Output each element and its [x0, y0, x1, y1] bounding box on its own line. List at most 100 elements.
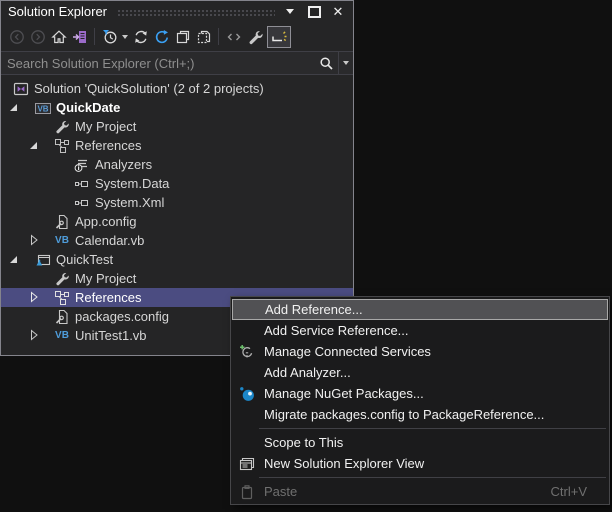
- tree-row-label: QuickTest: [56, 252, 114, 267]
- sync-button[interactable]: [151, 26, 172, 48]
- expanded-arrow-icon[interactable]: [27, 139, 39, 151]
- search-input[interactable]: Search Solution Explorer (Ctrl+;): [1, 56, 314, 71]
- tree-row-label: My Project: [75, 271, 137, 286]
- tree-row-calendar-vb[interactable]: VB Calendar.vb: [1, 231, 353, 250]
- title-bar: Solution Explorer ✕: [1, 1, 353, 22]
- pending-changes-filter-button[interactable]: [99, 26, 120, 48]
- tree-row-solution[interactable]: Solution 'QuickSolution' (2 of 2 project…: [1, 79, 353, 98]
- collapsed-arrow-icon[interactable]: [27, 234, 39, 246]
- menu-item-scope-to-this[interactable]: Scope to This: [231, 432, 609, 453]
- tree-row-app-config[interactable]: App.config: [1, 212, 353, 231]
- home-button[interactable]: [48, 26, 69, 48]
- tree-row-my-project[interactable]: My Project: [1, 117, 353, 136]
- maximize-icon: [307, 5, 321, 18]
- pending-changes-filter-icon: [102, 29, 116, 43]
- connected-services-icon: [238, 343, 255, 360]
- menu-item-label: New Solution Explorer View: [264, 456, 425, 471]
- show-all-files-icon: [197, 30, 210, 43]
- collapse-all-icon: [176, 30, 189, 43]
- collapsed-arrow-icon[interactable]: [27, 329, 39, 341]
- expanded-arrow-icon[interactable]: [7, 253, 19, 265]
- window-position-button[interactable]: [281, 4, 299, 20]
- search-button[interactable]: [314, 52, 338, 74]
- my-project-icon: [54, 119, 70, 135]
- home-icon: [50, 29, 67, 43]
- menu-item-manage-nuget-packages[interactable]: Manage NuGet Packages...: [231, 383, 609, 404]
- menu-item-paste[interactable]: Paste Ctrl+V: [231, 481, 609, 502]
- tree-row-analyzers[interactable]: Analyzers: [1, 155, 353, 174]
- vb-project-icon: VB: [35, 100, 51, 116]
- new-solution-explorer-view-icon: [238, 455, 255, 472]
- svg-text:VB: VB: [37, 104, 48, 113]
- references-icon: [54, 290, 70, 306]
- tree-row-label: References: [75, 290, 142, 305]
- tree-row-label: System.Data: [95, 176, 170, 191]
- my-project-icon: [54, 271, 70, 287]
- paste-icon: [238, 483, 255, 500]
- search-icon: [319, 56, 333, 70]
- menu-separator: [259, 477, 606, 478]
- tree-row-label: UnitTest1.vb: [75, 328, 147, 343]
- tree-row-label: packages.config: [75, 309, 169, 324]
- search-bar: Search Solution Explorer (Ctrl+;): [1, 51, 353, 75]
- close-icon: ✕: [332, 4, 344, 19]
- tree-row-my-project-quicktest[interactable]: My Project: [1, 269, 353, 288]
- properties-button[interactable]: [244, 26, 265, 48]
- tree-row-label: My Project: [75, 119, 137, 134]
- tree-row-references-quickdate[interactable]: References: [1, 136, 353, 155]
- menu-item-label: Manage NuGet Packages...: [264, 386, 424, 401]
- tree-row-label: References: [75, 138, 142, 153]
- tree-row-quicktest[interactable]: QuickTest: [1, 250, 353, 269]
- tree-row-system-data[interactable]: System.Data: [1, 174, 353, 193]
- menu-item-shortcut: Ctrl+V: [550, 484, 587, 499]
- menu-item-new-solution-explorer-view[interactable]: New Solution Explorer View: [231, 453, 609, 474]
- menu-item-manage-connected-services[interactable]: Manage Connected Services: [231, 341, 609, 362]
- config-file-icon: [54, 309, 70, 325]
- preview-selected-items-toggle[interactable]: [267, 25, 291, 48]
- refresh-icon: [134, 30, 147, 43]
- search-options-dropdown[interactable]: [339, 52, 353, 74]
- refresh-button[interactable]: [130, 26, 151, 48]
- tree-row-system-xml[interactable]: System.Xml: [1, 193, 353, 212]
- preview-selected-items-icon: [272, 30, 287, 41]
- test-project-icon: [35, 252, 51, 268]
- tree-row-label: Solution 'QuickSolution' (2 of 2 project…: [34, 81, 264, 96]
- tree-row-label: App.config: [75, 214, 137, 229]
- menu-item-label: Add Service Reference...: [264, 323, 409, 338]
- menu-item-label: Add Analyzer...: [264, 365, 351, 380]
- toolbar-separator: [94, 28, 95, 45]
- back-icon: [9, 29, 24, 44]
- tree-row-label: QuickDate: [56, 100, 121, 115]
- analyzers-icon: [74, 157, 90, 173]
- tree-row-label: Analyzers: [95, 157, 153, 172]
- sync-with-active-document-button[interactable]: [69, 26, 90, 48]
- collapsed-arrow-icon[interactable]: [27, 291, 39, 303]
- menu-item-add-analyzer[interactable]: Add Analyzer...: [231, 362, 609, 383]
- maximize-button[interactable]: [305, 4, 323, 20]
- tree-row-quickdate[interactable]: VB QuickDate: [1, 98, 353, 117]
- menu-item-migrate-packages-config[interactable]: Migrate packages.config to PackageRefere…: [231, 404, 609, 425]
- view-code-button[interactable]: [223, 26, 244, 48]
- solution-icon: [13, 81, 29, 97]
- menu-item-label: Add Reference...: [265, 302, 363, 317]
- expanded-arrow-icon[interactable]: [7, 101, 19, 113]
- nuget-icon: [238, 385, 255, 402]
- properties-icon: [249, 30, 263, 44]
- tree-row-label: System.Xml: [95, 195, 165, 210]
- chevron-down-icon: [343, 61, 349, 65]
- collapse-all-button[interactable]: [172, 26, 193, 48]
- close-button[interactable]: ✕: [329, 4, 347, 20]
- filter-dropdown-arrow-icon[interactable]: [122, 34, 128, 39]
- chevron-down-icon: [286, 9, 294, 14]
- menu-item-add-reference[interactable]: Add Reference...: [232, 299, 608, 320]
- forward-button[interactable]: [27, 26, 48, 48]
- back-button[interactable]: [6, 26, 27, 48]
- vb-file-icon: VB: [55, 330, 69, 341]
- context-menu: Add Reference... Add Service Reference..…: [230, 296, 610, 505]
- drag-handle[interactable]: [117, 8, 275, 17]
- sync-with-active-document-icon: [72, 30, 86, 43]
- show-all-files-button[interactable]: [193, 26, 214, 48]
- references-icon: [54, 138, 70, 154]
- menu-item-add-service-reference[interactable]: Add Service Reference...: [231, 320, 609, 341]
- vb-file-icon: VB: [55, 235, 69, 246]
